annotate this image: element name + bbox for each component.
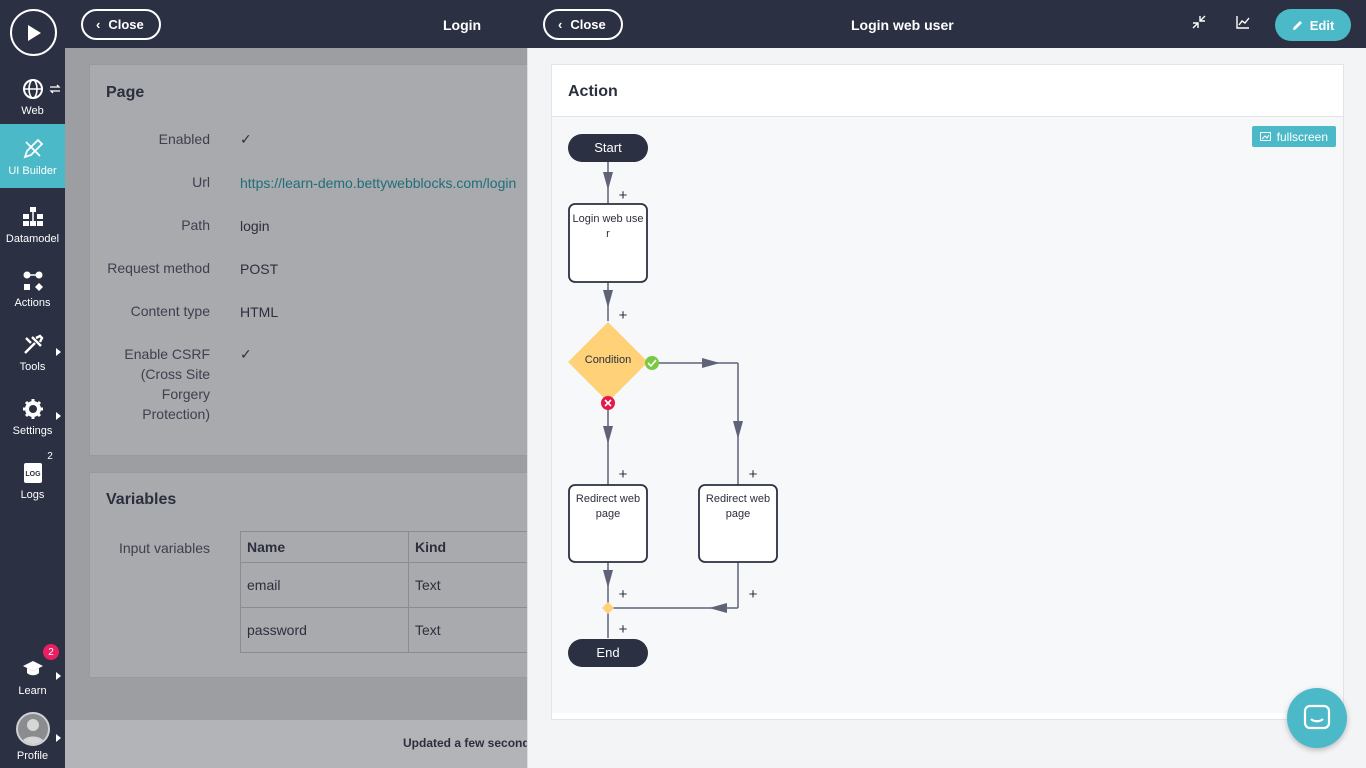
avatar [15,712,50,746]
graduation-cap-icon [22,658,44,680]
chart-icon[interactable] [1236,15,1250,29]
tools-icon [22,334,44,356]
chevron-right-icon [56,348,61,356]
globe-icon [22,78,44,100]
flow-canvas[interactable]: fullscreen Start Login web use r Conditi… [552,117,1343,713]
sidebar-item-datamodel[interactable]: Datamodel [0,196,65,260]
left-panel-content: Page Enabled ✓ Url https://learn-demo.be… [65,48,559,720]
play-button[interactable] [10,9,57,56]
chevron-left-icon: ‹ [96,17,101,32]
csrf-label: Enable CSRF (Cross Site Forgery Protecti… [124,346,210,422]
flow-step-redirect-right[interactable]: Redirect web page [698,484,778,563]
left-panel-header: ‹ Close Login [65,0,527,48]
sidebar-item-web[interactable]: Web [0,68,65,132]
edit-button[interactable]: Edit [1275,9,1351,41]
success-check-icon [645,356,659,370]
flow-step-login-web-user[interactable]: Login web use r [568,203,648,283]
column-header-name: Name [240,531,409,563]
datamodel-icon [22,206,44,228]
sidebar-item-actions[interactable]: Actions [0,260,65,324]
svg-text:page: page [596,508,620,520]
add-step-plus[interactable]: + [619,466,628,483]
table-row: password Text [240,607,549,653]
input-variables-table: Name Kind email Text password Text [240,531,549,653]
sidebar-item-learn[interactable]: Learn 2 [0,644,65,712]
updated-status: Updated a few second [403,736,530,750]
status-footer: Updated a few second [65,720,530,768]
flow-merge-node [602,602,614,614]
svg-text:Redirect web: Redirect web [706,493,770,505]
path-value: login [240,218,270,234]
add-step-plus[interactable]: + [619,187,628,204]
sidebar: Web UI Builder Datamodel Actions Tools S… [0,0,65,768]
content-type-value: HTML [240,304,279,320]
logs-badge: 2 [42,448,58,464]
page-card-title: Page [106,84,145,101]
chevron-right-icon [56,734,61,742]
chevron-right-icon [56,412,61,420]
action-card-title: Action [552,65,1343,117]
chat-icon [1303,704,1331,730]
sidebar-item-settings[interactable]: Settings [0,388,65,452]
chat-button[interactable] [1287,688,1347,748]
error-x-icon [601,396,615,410]
log-icon: LOG [23,462,43,484]
svg-text:Start: Start [594,140,622,155]
request-method-value: POST [240,261,279,277]
chevron-left-icon: ‹ [558,17,563,32]
swap-icon [49,84,61,94]
svg-text:r: r [606,228,610,240]
flow-start-node[interactable]: Start [568,134,648,162]
learn-badge: 2 [43,644,59,660]
left-close-button[interactable]: ‹ Close [81,9,161,40]
gear-icon [22,398,44,420]
page-card: Page Enabled ✓ Url https://learn-demo.be… [89,64,559,456]
sidebar-item-profile[interactable]: Profile [0,708,65,768]
play-icon [27,24,41,41]
flow-condition-node[interactable]: Condition [568,322,648,402]
flow-diagram: Start Login web use r Condition Redirect… [568,134,778,667]
variables-card-title: Variables [106,491,177,508]
flow-step-redirect-left[interactable]: Redirect web page [568,484,648,563]
right-panel-content: Action fullscreen Start Login web use r … [527,48,1366,768]
svg-text:page: page [726,508,750,520]
sidebar-item-logs[interactable]: LOG Logs 2 [0,448,65,516]
action-card: Action fullscreen Start Login web use r … [551,64,1344,720]
right-panel-header: ‹ Close Login web user Edit [527,0,1366,48]
add-step-plus[interactable]: + [619,307,628,324]
svg-text:End: End [596,645,619,660]
right-panel-title: Login web user [851,17,954,33]
svg-text:Condition: Condition [585,354,631,366]
left-panel-title: Login [443,17,482,33]
pencil-icon [1292,20,1302,30]
svg-text:LOG: LOG [25,471,41,478]
table-row: email Text [240,562,549,608]
url-link[interactable]: https://learn-demo.bettywebblocks.com/lo… [240,175,516,191]
pencil-ruler-icon [22,138,44,160]
right-close-button[interactable]: ‹ Close [543,9,623,40]
csrf-value: ✓ [240,346,252,362]
sidebar-item-tools[interactable]: Tools [0,324,65,388]
add-step-plus[interactable]: + [619,586,628,603]
svg-text:Redirect web: Redirect web [576,493,640,505]
actions-icon [22,270,44,292]
compress-icon[interactable] [1192,15,1206,29]
flow-end-node[interactable]: End [568,639,648,667]
sidebar-item-ui-builder[interactable]: UI Builder [0,124,65,188]
add-step-plus[interactable]: + [619,621,628,638]
chevron-right-icon [56,672,61,680]
variables-card: Variables Input variables Name Kind emai… [89,472,559,678]
add-step-plus[interactable]: + [749,586,758,603]
add-step-plus[interactable]: + [749,466,758,483]
enabled-value: ✓ [240,131,252,147]
table-header-row: Name Kind [240,531,549,563]
svg-text:Login web use: Login web use [573,213,644,225]
